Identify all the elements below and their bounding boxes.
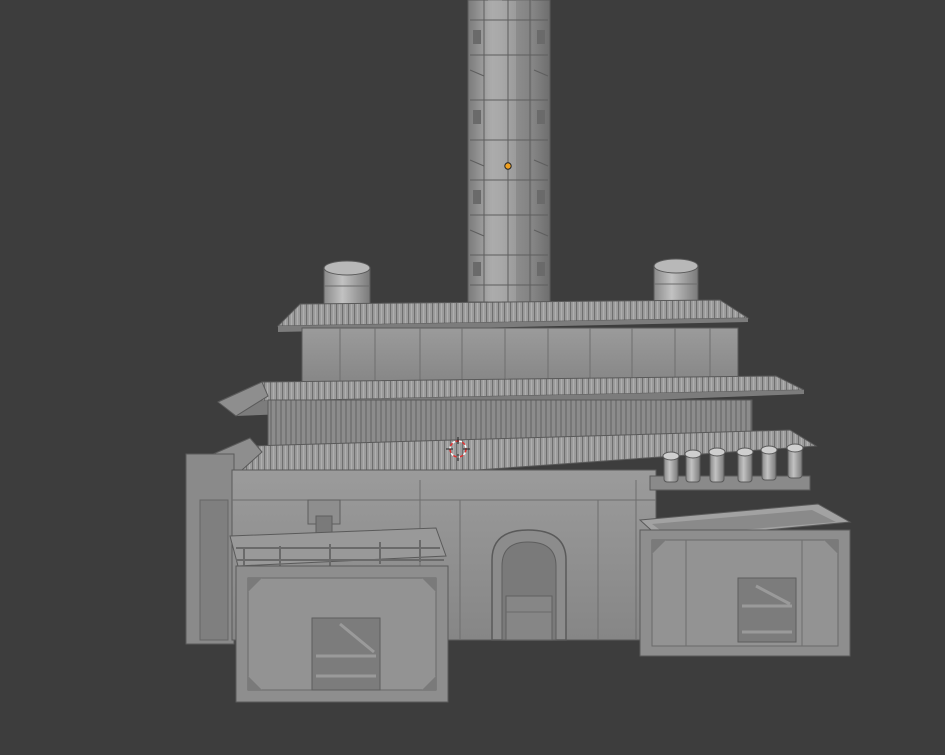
arched-doorway: [491, 529, 567, 641]
chimney: [467, 0, 551, 303]
3d-viewport[interactable]: [0, 0, 945, 755]
roof-tier-top: [276, 299, 750, 332]
roof-vent-left: [323, 260, 371, 305]
right-utility-box: [638, 503, 852, 657]
left-utility-box: [229, 527, 449, 703]
scene-render: [185, 0, 852, 703]
roof-vent-right: [653, 258, 699, 303]
origin-dot-icon: [504, 162, 512, 170]
wall-tier-top: [301, 327, 739, 385]
